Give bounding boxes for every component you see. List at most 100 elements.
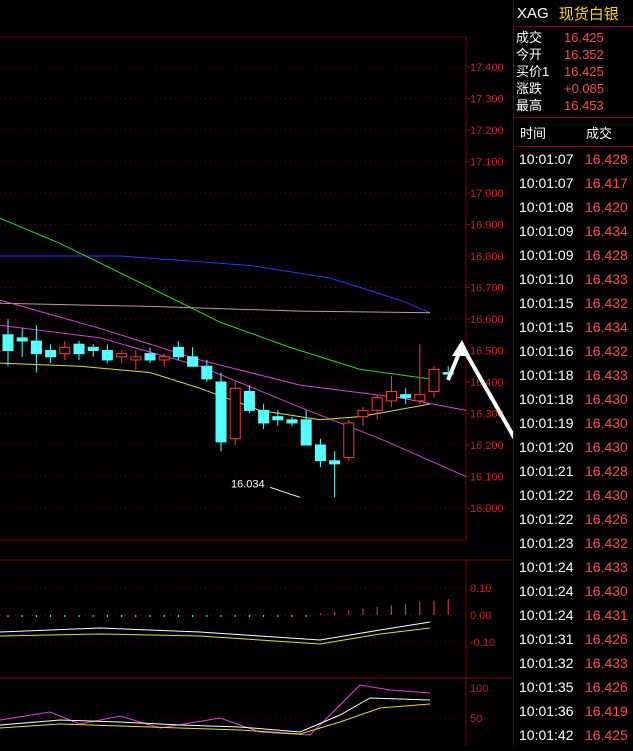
trade-time: 10:01:09 <box>519 223 574 239</box>
trade-price: 16.430 <box>585 391 628 407</box>
trade-price: 16.417 <box>585 175 628 191</box>
symbol-header: XAG 现货白银 <box>514 0 633 27</box>
candle-body <box>87 346 99 352</box>
trade-price: 16.426 <box>585 631 628 647</box>
trade-price: 16.430 <box>585 487 628 503</box>
kdj-j-line <box>0 684 431 736</box>
trade-row[interactable]: 10:01:16 16.432 <box>514 339 633 363</box>
quote-row: 最高 16.453 <box>514 97 633 114</box>
kline-chart-panel[interactable]: 17.400 17.300 17.200 17.100 17.000 16.900 16.8… <box>0 0 597 746</box>
trade-time: 10:01:08 <box>519 199 574 215</box>
ma-line-grey <box>0 302 431 314</box>
candle-body <box>258 409 270 424</box>
trade-row[interactable]: 10:01:07 16.428 <box>514 147 633 171</box>
candle-body <box>59 346 71 355</box>
macd-tick-label: 0.10 <box>470 583 491 595</box>
trade-row[interactable]: 10:01:42 16.425 <box>514 723 633 747</box>
trade-row[interactable]: 10:01:10 16.433 <box>514 267 633 291</box>
trade-row[interactable]: 10:01:09 16.428 <box>514 243 633 267</box>
candle-body <box>428 368 440 392</box>
trade-row[interactable]: 10:01:22 16.430 <box>514 483 633 507</box>
trade-row[interactable]: 10:01:08 16.420 <box>514 195 633 219</box>
trade-row[interactable]: 10:01:07 16.417 <box>514 171 633 195</box>
trade-time: 10:01:15 <box>519 295 574 311</box>
candle-body <box>371 397 383 411</box>
trades-list[interactable]: 10:01:07 16.428 10:01:07 16.417 10:01:08 16.4… <box>514 147 633 747</box>
kdj-k-line <box>0 697 431 733</box>
candle-body <box>314 444 326 462</box>
trade-price: 16.433 <box>585 271 628 287</box>
price-tick-label: 16.200 <box>470 440 504 452</box>
price-tick-label: 16.700 <box>470 283 504 295</box>
price-tick-label: 16.000 <box>470 503 504 515</box>
quote-value: 16.453 <box>564 98 604 113</box>
candle-body <box>158 356 170 361</box>
trade-row[interactable]: 10:01:22 16.426 <box>514 507 633 531</box>
trade-time: 10:01:07 <box>519 151 574 167</box>
trade-time: 10:01:24 <box>519 607 574 623</box>
trade-row[interactable]: 10:01:21 16.428 <box>514 459 633 483</box>
trade-row[interactable]: 10:01:20 16.430 <box>514 435 633 459</box>
quote-row: 今开 16.352 <box>514 46 633 63</box>
quote-value: 16.425 <box>564 64 604 79</box>
trade-price: 16.428 <box>585 151 628 167</box>
quote-value: 16.352 <box>564 47 604 62</box>
trade-price: 16.433 <box>585 367 628 383</box>
macd-tick-label: 0.00 <box>470 610 491 622</box>
symbol-code: XAG <box>517 4 549 22</box>
price-tick-label: 16.900 <box>470 220 504 232</box>
trade-row[interactable]: 10:01:24 16.430 <box>514 579 633 603</box>
trade-row[interactable]: 10:01:31 16.426 <box>514 627 633 651</box>
candle-body <box>187 356 199 367</box>
candle-body <box>30 340 42 355</box>
candle-body <box>144 353 156 361</box>
trade-time: 10:01:42 <box>519 727 574 743</box>
low-label-leader <box>269 486 301 498</box>
trade-time: 10:01:15 <box>519 319 574 335</box>
candle-body <box>73 343 85 355</box>
trade-price: 16.428 <box>585 463 628 479</box>
trade-row[interactable]: 10:01:23 16.432 <box>514 531 633 555</box>
candle-body <box>229 387 241 440</box>
trade-row[interactable]: 10:01:15 16.434 <box>514 315 633 339</box>
trade-row[interactable]: 10:01:36 16.419 <box>514 699 633 723</box>
trade-time: 10:01:21 <box>519 463 574 479</box>
candle-body <box>243 390 255 411</box>
trade-row[interactable]: 10:01:18 16.430 <box>514 387 633 411</box>
kline-chart-svg[interactable]: 17.400 17.300 17.200 17.100 17.000 16.900 16.8… <box>0 0 597 746</box>
price-tick-label: 16.100 <box>470 472 504 484</box>
macd-tick-label: -0.10 <box>470 637 495 649</box>
trade-time: 10:01:18 <box>519 367 574 383</box>
trade-price: 16.425 <box>585 727 628 743</box>
trade-time: 10:01:20 <box>519 439 574 455</box>
trade-time: 10:01:23 <box>519 535 574 551</box>
trade-time: 10:01:16 <box>519 343 574 359</box>
candle-body <box>215 381 227 443</box>
trade-price: 16.428 <box>585 247 628 263</box>
trade-row[interactable]: 10:01:24 16.431 <box>514 603 633 627</box>
trades-header: 时间 成交 <box>514 118 633 147</box>
price-tick-label: 17.400 <box>470 62 504 74</box>
quote-value: +0.085 <box>564 81 605 96</box>
arrow-head <box>452 340 470 356</box>
trade-row[interactable]: 10:01:18 16.433 <box>514 363 633 387</box>
candle-body <box>400 394 412 399</box>
trade-row[interactable]: 10:01:15 16.432 <box>514 291 633 315</box>
trade-row[interactable]: 10:01:09 16.434 <box>514 219 633 243</box>
quote-row: 买价1 16.425 <box>514 63 633 80</box>
candle-body <box>45 350 57 358</box>
trade-row[interactable]: 10:01:32 16.433 <box>514 651 633 675</box>
candle-body <box>16 337 28 342</box>
quote-label: 买价1 <box>516 64 550 79</box>
kdj-tick-label: 50 <box>470 713 482 725</box>
candle-body <box>414 394 426 402</box>
trade-time: 10:01:07 <box>519 175 574 191</box>
trade-price: 16.431 <box>585 607 628 623</box>
price-tick-label: 17.300 <box>470 94 504 106</box>
trade-time: 10:01:24 <box>519 583 574 599</box>
quote-panel: 成交 16.425 今开 16.352 买价1 16.425 涨跌 +0.085 最高 16.45… <box>514 27 633 118</box>
trade-row[interactable]: 10:01:35 16.426 <box>514 675 633 699</box>
trade-row[interactable]: 10:01:24 16.433 <box>514 555 633 579</box>
trade-row[interactable]: 10:01:19 16.430 <box>514 411 633 435</box>
trade-time: 10:01:36 <box>519 703 574 719</box>
